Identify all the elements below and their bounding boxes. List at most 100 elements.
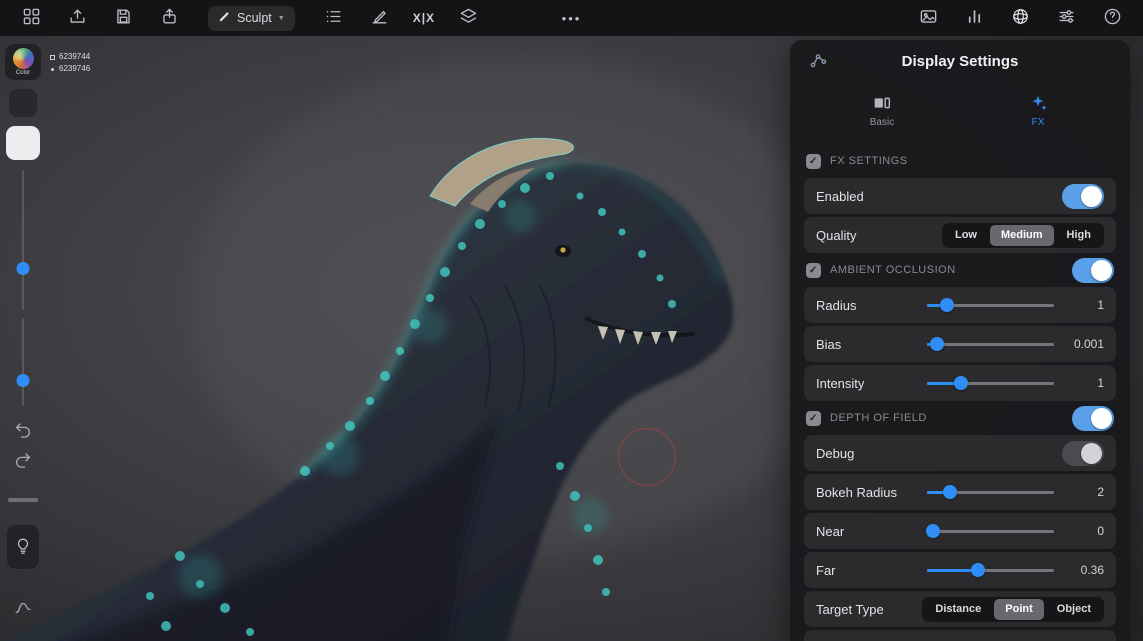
environment-button[interactable] bbox=[1004, 3, 1036, 33]
brush-size-thumb[interactable] bbox=[16, 262, 30, 275]
curve-icon bbox=[14, 599, 32, 620]
intensity-value: 1 bbox=[1097, 376, 1104, 390]
bias-slider[interactable] bbox=[927, 334, 1054, 354]
slider-thumb[interactable] bbox=[930, 337, 945, 351]
debug-toggle[interactable] bbox=[1062, 440, 1104, 466]
image-icon bbox=[919, 7, 938, 29]
quality-low-segment[interactable]: Low bbox=[944, 225, 988, 246]
stroke-icon bbox=[370, 7, 389, 29]
layers-button[interactable] bbox=[452, 3, 484, 33]
redo-button[interactable] bbox=[7, 448, 39, 474]
color-tool-button[interactable]: Color bbox=[5, 44, 41, 80]
face-count-icon bbox=[51, 67, 54, 71]
fx-settings-label: FX SETTINGS bbox=[830, 155, 908, 167]
topbar-right-group bbox=[905, 3, 1135, 33]
layers-icon bbox=[459, 7, 478, 29]
save-button[interactable] bbox=[107, 3, 139, 33]
share-icon bbox=[160, 7, 179, 29]
brush-intensity-thumb[interactable] bbox=[16, 374, 30, 387]
background-image-button[interactable] bbox=[912, 3, 944, 33]
fx-tab-icon bbox=[1027, 92, 1049, 114]
bias-row: Bias 0.001 bbox=[804, 326, 1116, 362]
color-tool-label: Color bbox=[15, 70, 31, 76]
quality-medium-segment[interactable]: Medium bbox=[989, 224, 1054, 246]
target-distance-segment[interactable]: Distance bbox=[924, 599, 992, 620]
fx-settings-header: FX SETTINGS bbox=[806, 148, 1114, 174]
pen-icon bbox=[218, 10, 231, 26]
mesh-stats: 6239744 6239746 bbox=[50, 51, 90, 75]
bias-value: 0.001 bbox=[1073, 337, 1104, 351]
slider-thumb[interactable] bbox=[940, 298, 955, 312]
settings-button[interactable] bbox=[1050, 3, 1082, 33]
stroke-button[interactable] bbox=[364, 3, 396, 33]
tool-mode-label: Sculpt bbox=[237, 11, 272, 25]
near-row: Near 0 bbox=[804, 513, 1116, 549]
tab-basic[interactable]: Basic bbox=[804, 82, 960, 138]
target-object-segment[interactable]: Object bbox=[1046, 599, 1102, 620]
toolbar-divider[interactable] bbox=[8, 498, 38, 502]
depth-of-field-header: DEPTH OF FIELD bbox=[806, 405, 1114, 431]
tab-fx[interactable]: FX bbox=[960, 82, 1116, 138]
face-count: 6239746 bbox=[50, 63, 90, 75]
toggle-knob bbox=[1091, 407, 1112, 429]
brush-preview-button[interactable] bbox=[6, 126, 40, 160]
depth-of-field-checkbox[interactable] bbox=[806, 410, 821, 426]
vertex-count: 6239744 bbox=[50, 51, 90, 63]
share-button[interactable] bbox=[153, 3, 185, 33]
toggle-knob bbox=[1081, 442, 1102, 464]
lighting-button[interactable] bbox=[6, 524, 40, 570]
fx-settings-checkbox[interactable] bbox=[806, 153, 821, 169]
slider-thumb[interactable] bbox=[942, 485, 957, 499]
brush-size-slider[interactable] bbox=[0, 170, 46, 310]
export-button[interactable] bbox=[61, 3, 93, 33]
environment-icon bbox=[1011, 7, 1030, 29]
slider-thumb[interactable] bbox=[954, 376, 969, 390]
radius-slider[interactable] bbox=[927, 295, 1054, 315]
undo-icon bbox=[14, 421, 32, 442]
enabled-toggle[interactable] bbox=[1062, 183, 1104, 209]
projects-button[interactable] bbox=[15, 3, 47, 33]
quality-segmented-control: Low Medium High bbox=[941, 222, 1104, 248]
intensity-slider[interactable] bbox=[927, 373, 1054, 393]
slider-track bbox=[927, 342, 1054, 346]
curve-button[interactable] bbox=[7, 596, 39, 622]
bokeh-radius-value: 2 bbox=[1097, 485, 1104, 499]
near-slider[interactable] bbox=[926, 521, 1054, 541]
save-icon bbox=[114, 7, 133, 29]
brush-cursor bbox=[618, 428, 676, 486]
more-button[interactable]: ••• bbox=[562, 11, 582, 26]
bokeh-radius-slider[interactable] bbox=[927, 482, 1054, 502]
brush-intensity-track bbox=[22, 318, 24, 406]
stats-button[interactable] bbox=[958, 3, 990, 33]
left-toolbar: Color bbox=[0, 36, 46, 641]
quality-high-segment[interactable]: High bbox=[1056, 225, 1102, 246]
list-icon bbox=[324, 7, 343, 29]
ambient-occlusion-header: AMBIENT OCCLUSION bbox=[806, 257, 1114, 283]
target-point-segment[interactable]: Point bbox=[994, 598, 1044, 620]
basic-tab-icon bbox=[871, 92, 893, 114]
display-settings-panel: Display Settings Basic FX FX SETTINGS En… bbox=[790, 40, 1130, 641]
topology-list-button[interactable] bbox=[318, 3, 350, 33]
bokeh-radius-row: Bokeh Radius 2 bbox=[804, 474, 1116, 510]
ambient-occlusion-label: AMBIENT OCCLUSION bbox=[830, 264, 956, 276]
ambient-occlusion-toggle[interactable] bbox=[1072, 257, 1114, 283]
material-preview-button[interactable] bbox=[8, 88, 38, 118]
tool-mode-dropdown[interactable]: Sculpt ▼ bbox=[208, 5, 295, 31]
depth-of-field-toggle[interactable] bbox=[1072, 405, 1114, 431]
slider-thumb[interactable] bbox=[926, 524, 941, 538]
grid-icon bbox=[22, 7, 41, 29]
ambient-occlusion-checkbox[interactable] bbox=[806, 262, 821, 278]
undo-button[interactable] bbox=[7, 418, 39, 444]
brush-intensity-slider[interactable] bbox=[0, 318, 46, 406]
symmetry-label: X|X bbox=[412, 11, 436, 25]
help-button[interactable] bbox=[1096, 3, 1128, 33]
toggle-knob bbox=[1091, 259, 1112, 281]
depth-of-field-label: DEPTH OF FIELD bbox=[830, 412, 927, 424]
slider-track bbox=[927, 529, 1054, 533]
target-type-segmented-control: Distance Point Object bbox=[922, 596, 1104, 622]
chevron-down-icon: ▼ bbox=[277, 14, 285, 22]
symmetry-button[interactable]: X|X bbox=[413, 11, 435, 25]
slider-thumb[interactable] bbox=[970, 563, 985, 577]
far-slider[interactable] bbox=[927, 560, 1054, 580]
panel-tabs: Basic FX bbox=[804, 82, 1116, 138]
